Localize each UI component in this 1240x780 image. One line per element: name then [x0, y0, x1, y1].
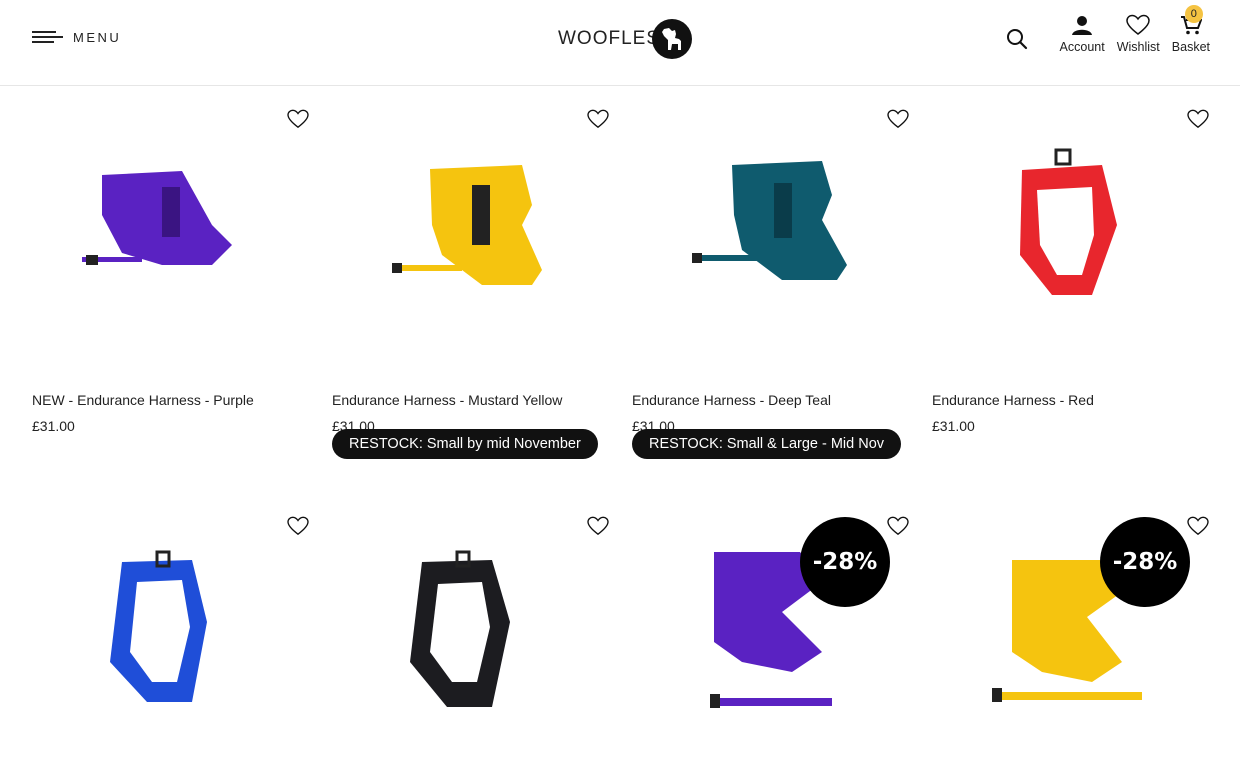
product-name[interactable]: NEW - Endurance Harness - Purple — [32, 392, 254, 408]
account-label: Account — [1059, 40, 1105, 54]
product-image[interactable] — [32, 95, 312, 365]
basket-label: Basket — [1171, 40, 1210, 54]
wishlist-heart-icon[interactable] — [887, 516, 909, 536]
search-icon — [1006, 29, 1027, 50]
user-icon — [1072, 16, 1093, 35]
menu-button[interactable]: MENU — [32, 28, 121, 46]
restock-badge: RESTOCK: Small by mid November — [332, 429, 598, 459]
wishlist-heart-icon[interactable] — [587, 109, 609, 129]
wishlist-label: Wishlist — [1116, 40, 1160, 54]
product-image[interactable] — [632, 95, 912, 365]
wishlist-heart-icon[interactable] — [1187, 516, 1209, 536]
restock-badge: RESTOCK: Small & Large - Mid Nov — [632, 429, 902, 459]
wishlist-heart-icon[interactable] — [287, 109, 309, 129]
wishlist-heart-icon[interactable] — [587, 516, 609, 536]
product-name[interactable]: Endurance Harness - Deep Teal — [632, 392, 831, 408]
product-price: £31.00 — [32, 418, 75, 434]
discount-badge: -28% — [800, 517, 890, 607]
product-price: £31.00 — [932, 418, 975, 434]
account-link[interactable]: Account — [1060, 14, 1105, 54]
wishlist-heart-icon[interactable] — [287, 516, 309, 536]
site-header: MENU WOOFLES Account Wishlist 0 Basket — [0, 0, 1240, 86]
site-logo[interactable]: WOOFLES — [558, 19, 693, 59]
logo-text: WOOFLES — [558, 28, 661, 49]
hamburger-icon — [32, 28, 63, 46]
wishlist-heart-icon[interactable] — [1187, 109, 1209, 129]
basket-link[interactable]: 0 Basket — [1171, 5, 1210, 54]
product-name[interactable]: Endurance Harness - Mustard Yellow — [332, 392, 562, 408]
basket-count-badge: 0 — [1184, 5, 1203, 23]
header-actions: Account Wishlist 0 Basket — [1006, 5, 1210, 55]
search-button[interactable] — [1006, 28, 1028, 55]
dog-logo-icon — [652, 19, 693, 59]
product-image[interactable] — [932, 95, 1212, 365]
product-image[interactable] — [332, 502, 612, 772]
discount-badge: -28% — [1100, 517, 1190, 607]
wishlist-heart-icon[interactable] — [887, 109, 909, 129]
product-image[interactable] — [32, 502, 312, 772]
product-name[interactable]: Endurance Harness - Red — [932, 392, 1094, 408]
menu-label: MENU — [73, 29, 122, 45]
heart-icon — [1126, 14, 1151, 35]
product-image[interactable] — [332, 95, 612, 365]
wishlist-link[interactable]: Wishlist — [1117, 14, 1160, 54]
